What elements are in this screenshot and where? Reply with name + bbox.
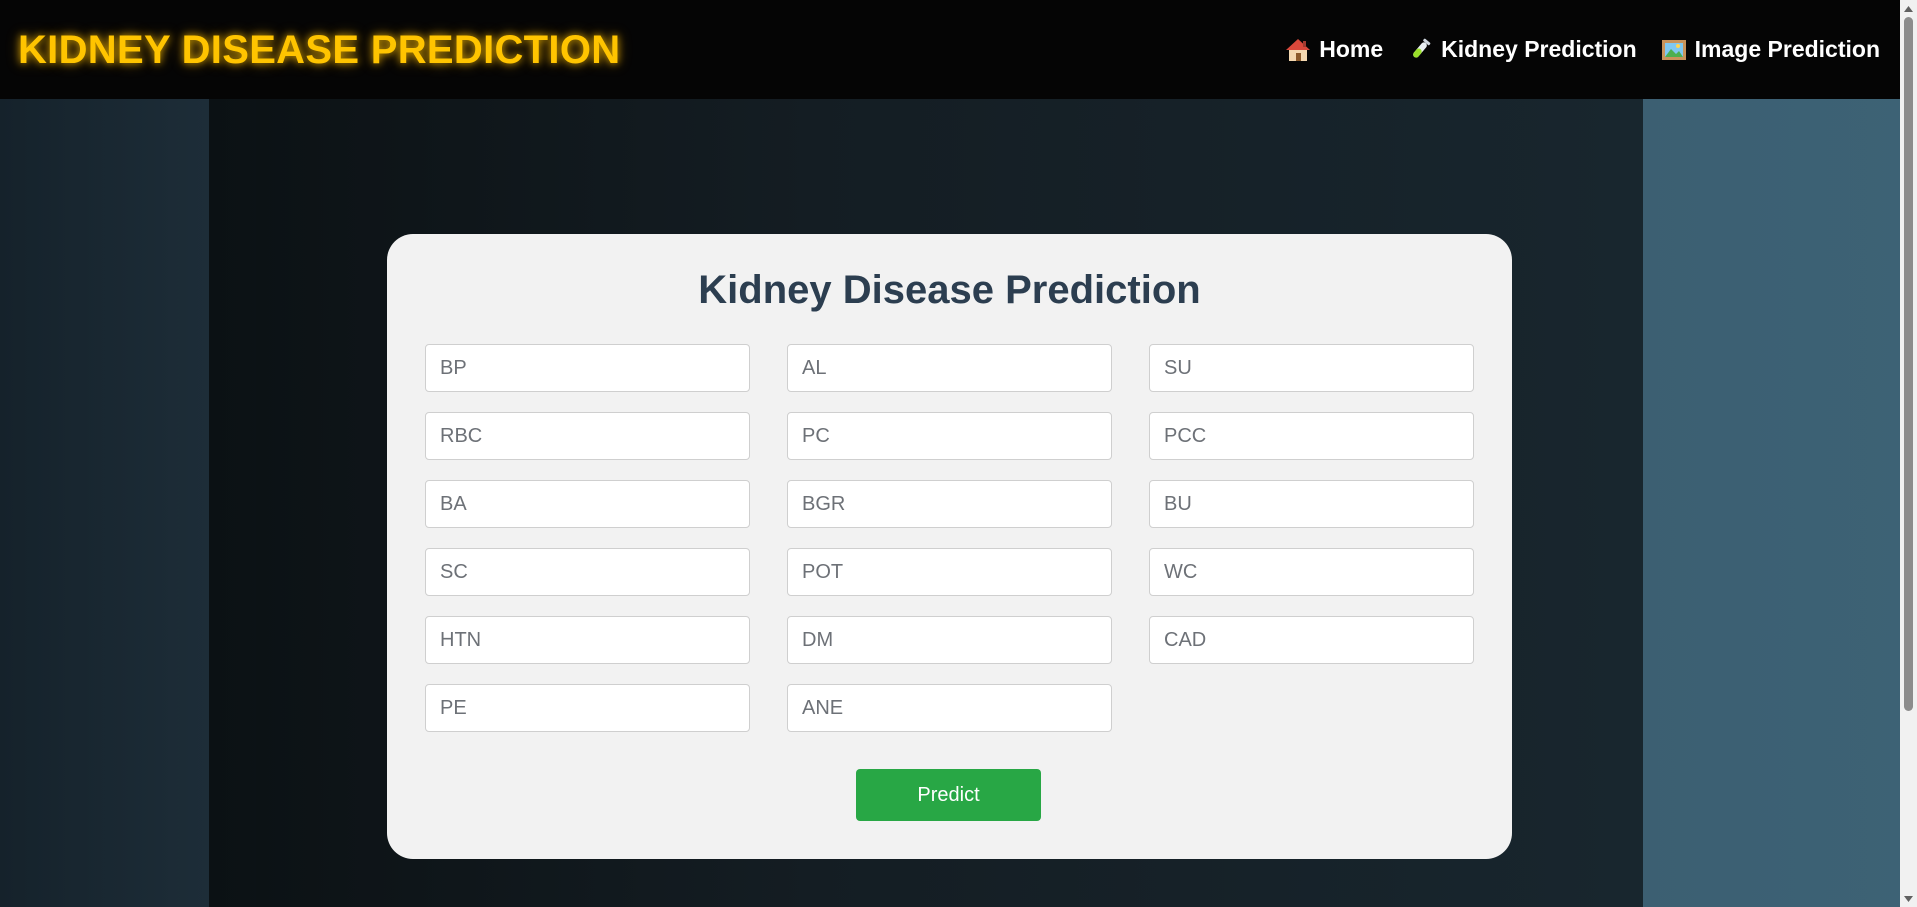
nav-item-kidney-prediction[interactable]: Kidney Prediction xyxy=(1407,36,1637,63)
sc-input[interactable] xyxy=(425,548,750,596)
nav-item-image-prediction[interactable]: Image Prediction xyxy=(1661,36,1880,63)
house-icon xyxy=(1285,37,1311,63)
scroll-up-arrow-icon[interactable] xyxy=(1900,0,1917,17)
al-input[interactable] xyxy=(787,344,1112,392)
bu-input[interactable] xyxy=(1149,480,1474,528)
dm-input[interactable] xyxy=(787,616,1112,664)
brand-title: KIDNEY DISEASE PREDICTION xyxy=(18,28,621,72)
scroll-down-arrow-icon[interactable] xyxy=(1900,890,1917,907)
vertical-scrollbar[interactable] xyxy=(1900,0,1917,907)
htn-input[interactable] xyxy=(425,616,750,664)
prediction-form-card: Kidney Disease Prediction Predict xyxy=(387,234,1512,859)
pcc-input[interactable] xyxy=(1149,412,1474,460)
su-input[interactable] xyxy=(1149,344,1474,392)
nav-item-image-prediction-label: Image Prediction xyxy=(1694,36,1880,62)
bgr-input[interactable] xyxy=(787,480,1112,528)
pot-input[interactable] xyxy=(787,548,1112,596)
form-field-grid xyxy=(425,344,1475,732)
nav-item-home-label: Home xyxy=(1319,36,1384,62)
predict-button[interactable]: Predict xyxy=(856,769,1041,821)
ane-input[interactable] xyxy=(787,684,1112,732)
top-navbar: KIDNEY DISEASE PREDICTION Home Kidney Pr… xyxy=(0,0,1900,99)
framed-picture-icon xyxy=(1661,37,1687,63)
ba-input[interactable] xyxy=(425,480,750,528)
pe-input[interactable] xyxy=(425,684,750,732)
bp-input[interactable] xyxy=(425,344,750,392)
test-tube-icon xyxy=(1407,37,1433,63)
nav-item-home[interactable]: Home xyxy=(1285,36,1383,63)
form-title: Kidney Disease Prediction xyxy=(698,268,1201,312)
rbc-input[interactable] xyxy=(425,412,750,460)
cad-input[interactable] xyxy=(1149,616,1474,664)
nav-item-kidney-prediction-label: Kidney Prediction xyxy=(1441,36,1637,62)
scrollbar-thumb[interactable] xyxy=(1904,17,1913,711)
nav-links: Home Kidney Prediction Image Prediction xyxy=(1285,36,1880,63)
wc-input[interactable] xyxy=(1149,548,1474,596)
pc-input[interactable] xyxy=(787,412,1112,460)
